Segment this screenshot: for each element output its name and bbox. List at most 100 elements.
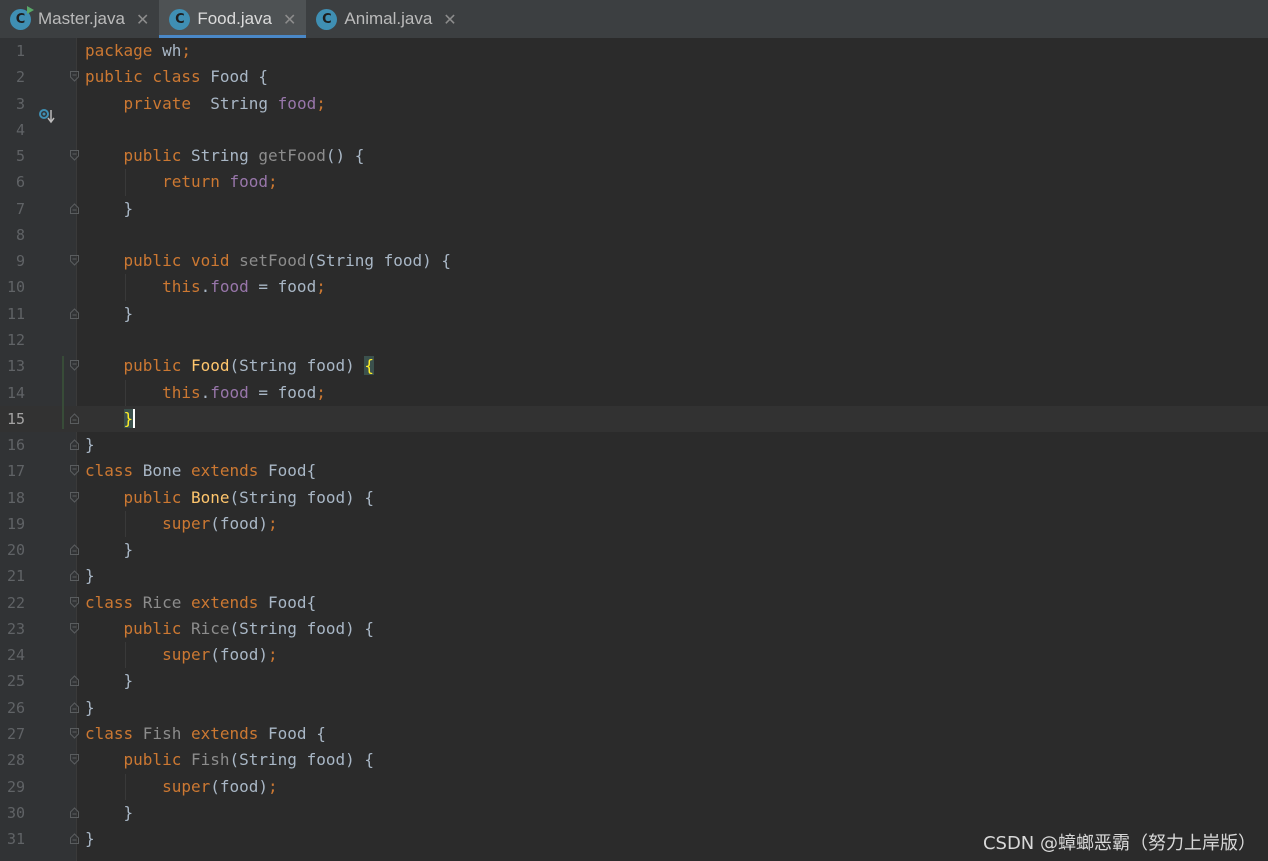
tab-animal-java[interactable]: C Animal.java ✕ bbox=[306, 0, 466, 38]
code-line[interactable]: 26} bbox=[0, 695, 1268, 721]
close-tab-icon[interactable]: ✕ bbox=[283, 10, 296, 29]
code-editor[interactable]: 1 package wh; 2 public class Food {3 privat… bbox=[0, 38, 1268, 861]
fold-collapse-icon[interactable] bbox=[70, 754, 79, 765]
code-line[interactable]: 29 super(food); bbox=[0, 774, 1268, 800]
code-text[interactable]: class Rice extends Food{ bbox=[85, 590, 316, 616]
code-text[interactable]: class Fish extends Food { bbox=[85, 721, 326, 747]
code-line[interactable]: 30 } bbox=[0, 800, 1268, 826]
code-line[interactable]: 2 public class Food { bbox=[0, 64, 1268, 90]
code-text[interactable]: this.food = food; bbox=[85, 274, 326, 300]
fold-end-icon[interactable] bbox=[70, 570, 79, 582]
code-text[interactable]: private String food; bbox=[85, 91, 326, 117]
fold-collapse-icon[interactable] bbox=[70, 465, 79, 477]
code-line[interactable]: 18 public Bone(String food) { bbox=[0, 485, 1268, 511]
code-token: Food { bbox=[268, 724, 326, 744]
code-text[interactable]: } bbox=[85, 537, 134, 563]
line-number: 7 bbox=[15, 199, 25, 218]
code-line[interactable]: 14 this.food = food; bbox=[0, 380, 1268, 406]
code-text[interactable]: public void setFood(String food) { bbox=[85, 248, 452, 274]
fold-collapse-icon[interactable] bbox=[70, 728, 79, 739]
fold-end-icon[interactable] bbox=[70, 807, 79, 818]
tab-master-java[interactable]: C Master.java ✕ bbox=[0, 0, 159, 38]
code-line[interactable]: 11 } bbox=[0, 301, 1268, 327]
code-text[interactable]: public Food(String food) { bbox=[85, 353, 374, 379]
code-line[interactable]: 20 } bbox=[0, 537, 1268, 563]
tab-food-java[interactable]: C Food.java ✕ bbox=[159, 0, 307, 39]
code-text[interactable]: public String getFood() { bbox=[85, 143, 365, 169]
fold-end-icon[interactable] bbox=[70, 833, 79, 845]
code-line[interactable]: 5 public String getFood() { bbox=[0, 143, 1268, 169]
code-line[interactable]: 23 public Rice(String food) { bbox=[0, 616, 1268, 642]
fold-end-icon[interactable] bbox=[70, 544, 79, 556]
code-text[interactable]: } bbox=[85, 668, 134, 694]
line-number: 1 bbox=[15, 42, 25, 60]
close-tab-icon[interactable]: ✕ bbox=[136, 10, 149, 29]
code-line[interactable]: 12 bbox=[0, 327, 1268, 353]
code-text[interactable]: this.food = food; bbox=[85, 380, 326, 406]
fold-collapse-icon[interactable] bbox=[70, 71, 79, 82]
code-text[interactable]: } bbox=[85, 432, 95, 458]
fold-end-icon[interactable] bbox=[70, 439, 79, 451]
line-number: 19 bbox=[6, 514, 25, 533]
code-text[interactable]: public Rice(String food) { bbox=[85, 616, 374, 642]
code-token: () { bbox=[325, 146, 365, 166]
code-line[interactable]: 13 public Food(String food) { bbox=[0, 353, 1268, 379]
fold-end-icon[interactable] bbox=[70, 413, 79, 424]
fold-collapse-icon[interactable] bbox=[70, 255, 79, 266]
code-line[interactable]: 9 public void setFood(String food) { bbox=[0, 248, 1268, 274]
code-line[interactable]: 4 bbox=[0, 117, 1268, 143]
code-line[interactable]: 22 class Rice extends Food{ bbox=[0, 590, 1268, 616]
code-line[interactable]: 19 super(food); bbox=[0, 511, 1268, 537]
code-line[interactable]: 28 public Fish(String food) { bbox=[0, 747, 1268, 773]
code-line[interactable]: 6 return food; bbox=[0, 169, 1268, 195]
code-line[interactable]: 24 super(food); bbox=[0, 642, 1268, 668]
code-text[interactable]: super(food); bbox=[85, 642, 278, 668]
code-token: public bbox=[85, 356, 191, 376]
fold-end-icon[interactable] bbox=[70, 675, 79, 687]
code-text[interactable]: } bbox=[85, 196, 134, 222]
code-text[interactable]: super(food); bbox=[85, 511, 278, 537]
code-text[interactable]: public class Food { bbox=[85, 64, 268, 90]
code-text[interactable]: return food; bbox=[85, 169, 278, 195]
close-tab-icon[interactable]: ✕ bbox=[443, 10, 456, 29]
code-text[interactable]: } bbox=[85, 301, 134, 327]
code-text[interactable]: } bbox=[85, 826, 95, 852]
code-token: } bbox=[85, 566, 95, 586]
code-line[interactable]: 15 } bbox=[0, 405, 1268, 432]
code-text[interactable]: public Bone(String food) { bbox=[85, 485, 374, 511]
line-number: 5 bbox=[15, 147, 25, 166]
code-text[interactable]: public Fish(String food) { bbox=[85, 747, 374, 773]
code-line[interactable]: 16} bbox=[0, 432, 1268, 458]
code-line[interactable]: 25 } bbox=[0, 668, 1268, 694]
code-line[interactable]: 3 private String food; bbox=[0, 91, 1268, 117]
fold-collapse-icon[interactable] bbox=[70, 360, 79, 371]
fold-collapse-icon[interactable] bbox=[70, 491, 79, 503]
code-text[interactable]: } bbox=[85, 563, 95, 589]
code-text[interactable]: } bbox=[85, 406, 136, 432]
code-text[interactable]: class Bone extends Food{ bbox=[85, 458, 316, 484]
code-line[interactable]: 21} bbox=[0, 563, 1268, 589]
code-line[interactable]: 1 package wh; bbox=[0, 38, 1268, 64]
java-class-icon: C bbox=[316, 8, 338, 30]
vcs-change-marker[interactable] bbox=[62, 356, 64, 430]
fold-end-icon[interactable] bbox=[70, 307, 79, 319]
code-token: (String food) bbox=[229, 356, 365, 376]
code-token: (food) bbox=[210, 513, 269, 533]
code-line[interactable]: 27 class Fish extends Food { bbox=[0, 721, 1268, 747]
code-token: class bbox=[85, 724, 143, 744]
code-line[interactable]: 7 } bbox=[0, 196, 1268, 222]
code-text[interactable]: } bbox=[85, 695, 95, 721]
fold-collapse-icon[interactable] bbox=[70, 150, 79, 161]
code-text[interactable]: super(food); bbox=[85, 774, 278, 800]
fold-end-icon[interactable] bbox=[70, 202, 79, 214]
fold-collapse-icon[interactable] bbox=[70, 622, 79, 634]
code-line[interactable]: 8 bbox=[0, 222, 1268, 248]
fold-collapse-icon[interactable] bbox=[70, 596, 79, 608]
line-number: 30 bbox=[6, 803, 25, 822]
code-text[interactable]: } bbox=[85, 800, 134, 826]
line-number: 16 bbox=[6, 436, 25, 455]
code-text[interactable]: package wh; bbox=[85, 38, 191, 64]
fold-end-icon[interactable] bbox=[70, 702, 79, 713]
code-line[interactable]: 17 class Bone extends Food{ bbox=[0, 458, 1268, 484]
code-line[interactable]: 10 this.food = food; bbox=[0, 274, 1268, 300]
